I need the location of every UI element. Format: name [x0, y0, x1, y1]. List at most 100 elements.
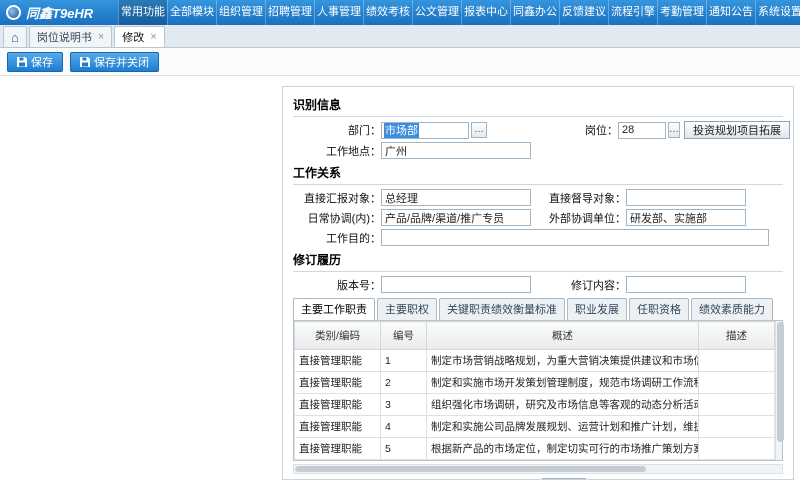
dept-input[interactable]: 市场部: [381, 122, 469, 139]
menu-item-performance[interactable]: 绩效考核: [363, 0, 412, 25]
menu-item-recruit-management[interactable]: 招聘管理: [265, 0, 314, 25]
table-row[interactable]: 直接管理职能 1 制定市场营销战略规划，为重大营销决策提供建议和市场信息支持。: [295, 350, 775, 372]
save-button[interactable]: 保存: [7, 52, 63, 72]
logo-icon: [6, 5, 21, 20]
report-to-field-group: 直接汇报对象：: [293, 189, 538, 206]
purpose-label: 工作目的：: [293, 230, 381, 246]
form-row-purpose: 工作目的：: [293, 229, 783, 246]
grid-footer: + 新增行 × 删除行 25 ▾ 1 - 5 共 5 条: [293, 478, 783, 480]
horizontal-scrollbar-thumb[interactable]: [295, 466, 646, 472]
menu-item-report-center[interactable]: 报表中心: [461, 0, 510, 25]
content-area: 识别信息 部门： 市场部 … 岗位： … 投资规划项目拓展 工作地点：: [0, 76, 800, 488]
detail-tab-kpi-standards[interactable]: 关键职责绩效衡量标准: [439, 298, 565, 320]
table-row[interactable]: 直接管理职能 3 组织强化市场调研，研究及市场信息等客观的动态分析活动，提供准确…: [295, 394, 775, 416]
form-row-coordination: 日常协调(内)： 外部协调单位：: [293, 209, 783, 226]
add-row-button[interactable]: + 新增行: [293, 479, 337, 481]
menu-item-org-management[interactable]: 组织管理: [216, 0, 265, 25]
report-to-input[interactable]: [381, 189, 531, 206]
detail-tab-career-development[interactable]: 职业发展: [567, 298, 627, 320]
section-title-identification: 识别信息: [293, 94, 783, 117]
save-icon: [17, 57, 27, 67]
close-icon[interactable]: ×: [98, 32, 104, 43]
vertical-scrollbar[interactable]: [775, 321, 782, 460]
external-coord-input[interactable]: [626, 209, 746, 226]
cell-description: [699, 394, 775, 416]
tab-job-description[interactable]: 岗位说明书 ×: [29, 26, 112, 47]
record-count-info: 1 - 5 共 5 条: [724, 479, 783, 481]
tab-bar: ⌂ 岗位说明书 × 修改 ×: [0, 25, 800, 48]
menu-item-office[interactable]: 同鑫办公: [510, 0, 559, 25]
purpose-field-group: 工作目的：: [293, 229, 783, 246]
cell-summary: 制定和实施市场开发策划管理制度，规范市场调研工作流程。: [427, 372, 699, 394]
menu-item-common-functions[interactable]: 常用功能: [118, 0, 167, 25]
cell-number: 4: [381, 416, 427, 438]
supervise-field-group: 直接督导对象：: [538, 189, 783, 206]
col-header-summary: 概述: [427, 322, 699, 350]
vertical-scrollbar-thumb[interactable]: [777, 322, 784, 442]
detail-tab-main-duties[interactable]: 主要工作职责: [293, 298, 375, 320]
post-name-button[interactable]: 投资规划项目拓展: [684, 121, 790, 139]
supervise-label: 直接督导对象：: [538, 190, 626, 206]
external-coord-label: 外部协调单位：: [538, 210, 626, 226]
form-row-dept-post: 部门： 市场部 … 岗位： … 投资规划项目拓展: [293, 121, 783, 139]
revision-field-group: 修订内容：: [538, 276, 783, 293]
home-tab[interactable]: ⌂: [3, 26, 27, 47]
post-label: 岗位：: [538, 122, 618, 138]
tab-label: 修改: [122, 29, 144, 45]
menu-item-attendance[interactable]: 考勤管理: [657, 0, 706, 25]
menu-item-system-settings[interactable]: 系统设置: [755, 0, 800, 25]
cell-description: [699, 350, 775, 372]
logo-text: 同鑫T9eHR: [26, 3, 93, 22]
form-row-version: 版本号： 修订内容：: [293, 276, 783, 293]
close-icon[interactable]: ×: [150, 32, 156, 43]
cell-description: [699, 438, 775, 460]
cell-summary: 根据新产品的市场定位，制定切实可行的市场推广策划方案。: [427, 438, 699, 460]
table-row[interactable]: 直接管理职能 4 制定和实施公司品牌发展规划、运营计划和推广计划，维护公司的品牌…: [295, 416, 775, 438]
cell-description: [699, 372, 775, 394]
form-row-report: 直接汇报对象： 直接督导对象：: [293, 189, 783, 206]
supervise-input[interactable]: [626, 189, 746, 206]
horizontal-scrollbar[interactable]: [293, 464, 783, 474]
dept-value-selected: 市场部: [384, 122, 419, 138]
revision-label: 修订内容：: [538, 277, 626, 293]
version-input[interactable]: [381, 276, 531, 293]
menu-item-hr-management[interactable]: 人事管理: [314, 0, 363, 25]
menu-item-feedback[interactable]: 反馈建议: [559, 0, 608, 25]
purpose-input[interactable]: [381, 229, 769, 246]
col-header-description: 描述: [699, 322, 775, 350]
internal-coord-label: 日常协调(内)：: [293, 210, 381, 226]
detail-tab-qualifications[interactable]: 任职资格: [629, 298, 689, 320]
table-header-row: 类别/编码 编号 概述 描述: [295, 322, 775, 350]
main-menu: 常用功能 全部模块 组织管理 招聘管理 人事管理 绩效考核 公文管理 报表中心 …: [118, 0, 800, 25]
app-logo: 同鑫T9eHR: [0, 0, 118, 25]
post-input[interactable]: [618, 122, 666, 139]
menu-item-workflow-engine[interactable]: 流程引擎: [608, 0, 657, 25]
form-row-location: 工作地点：: [293, 142, 783, 159]
detail-tab-main-authority[interactable]: 主要职权: [377, 298, 437, 320]
col-header-number: 编号: [381, 322, 427, 350]
detail-tab-competency[interactable]: 绩效素质能力: [691, 298, 773, 320]
save-button-label: 保存: [31, 54, 53, 70]
menu-item-announcements[interactable]: 通知公告: [706, 0, 755, 25]
menu-item-all-modules[interactable]: 全部模块: [167, 0, 216, 25]
delete-row-button[interactable]: × 删除行: [349, 479, 392, 481]
internal-coord-input[interactable]: [381, 209, 531, 226]
revision-input[interactable]: [626, 276, 746, 293]
page-size-select[interactable]: 25 ▾: [542, 478, 586, 480]
save-and-close-button[interactable]: 保存并关闭: [70, 52, 159, 72]
location-input[interactable]: [381, 142, 531, 159]
report-to-label: 直接汇报对象：: [293, 190, 381, 206]
cell-number: 2: [381, 372, 427, 394]
menu-item-document-management[interactable]: 公文管理: [412, 0, 461, 25]
delete-row-label: 删除行: [359, 479, 392, 481]
duties-grid: 类别/编码 编号 概述 描述 直接管理职能 1 制定市场营销战略规划，为重大营销…: [293, 320, 783, 461]
cell-category: 直接管理职能: [295, 416, 381, 438]
cell-summary: 制定市场营销战略规划，为重大营销决策提供建议和市场信息支持。: [427, 350, 699, 372]
dept-lookup-button[interactable]: …: [471, 122, 487, 138]
tab-edit[interactable]: 修改 ×: [114, 26, 164, 47]
table-row[interactable]: 直接管理职能 5 根据新产品的市场定位，制定切实可行的市场推广策划方案。: [295, 438, 775, 460]
cell-number: 5: [381, 438, 427, 460]
version-field-group: 版本号：: [293, 276, 538, 293]
table-row[interactable]: 直接管理职能 2 制定和实施市场开发策划管理制度，规范市场调研工作流程。: [295, 372, 775, 394]
post-lookup-button[interactable]: …: [668, 122, 680, 138]
